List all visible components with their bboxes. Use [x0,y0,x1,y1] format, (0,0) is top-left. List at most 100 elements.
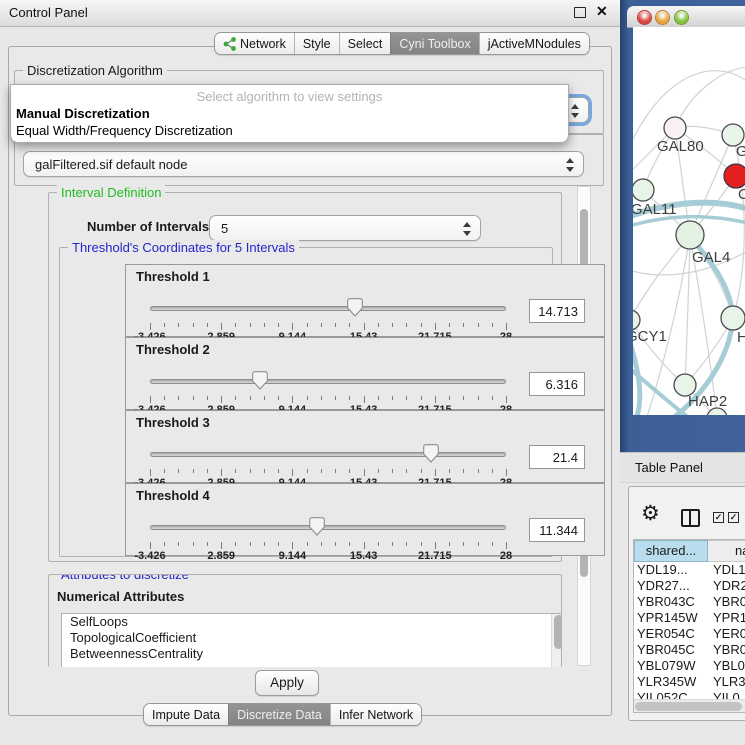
cell-name[interactable]: YBR0 [708,642,745,658]
network-node-gcy1[interactable] [633,310,640,330]
column-header-shared-name[interactable]: shared... [634,540,708,562]
slider-thumb[interactable] [252,371,268,390]
network-edge[interactable] [675,67,745,128]
scrollbar-thumb[interactable] [554,615,562,649]
threshold-value-field[interactable]: 6.316 [529,372,585,396]
node-table[interactable]: shared... na YDL19...YDL1YDR27...YDR2YBR… [633,539,745,713]
cell-shared-name[interactable]: YBL079W [634,658,708,674]
tick-mark [164,323,165,327]
network-node-h-node[interactable] [721,306,745,330]
gear-icon[interactable]: ⚙ [641,503,660,524]
network-window-titlebar[interactable] [627,6,745,28]
tick-mark [164,396,165,400]
tab-style[interactable]: Style [294,33,339,54]
attribute-list-item[interactable]: BetweennessCentrality [62,646,562,662]
scrollbar-thumb[interactable] [635,702,742,711]
tick-mark [506,396,507,403]
cell-name[interactable]: YDL1 [708,562,745,578]
threshold-slider[interactable]: -3.4262.8599.14415.4321.71528 [150,301,506,335]
column-header-name[interactable]: na [708,540,745,562]
network-edge[interactable] [733,135,744,318]
threshold-label: Threshold 3 [136,415,210,430]
threshold-slider[interactable]: -3.4262.8599.14415.4321.71528 [150,447,506,481]
table-row[interactable]: YPR145WYPR1 [634,610,745,626]
cell-name[interactable]: YBR0 [708,594,745,610]
slider-thumb[interactable] [347,298,363,317]
checkbox-icon[interactable]: ✓ [728,512,739,523]
network-node-gal11[interactable] [633,179,654,201]
cell-name[interactable]: YBL0 [708,658,745,674]
network-edge[interactable] [633,235,690,320]
close-light[interactable] [637,10,652,25]
threshold-slider[interactable]: -3.4262.8599.14415.4321.71528 [150,520,506,554]
cell-shared-name[interactable]: YDL19... [634,562,708,578]
threshold-value-field[interactable]: 11.344 [529,518,585,542]
threshold-label: Threshold 2 [136,342,210,357]
close-panel-icon[interactable]: ✕ [596,3,608,20]
slider-track[interactable] [150,306,506,311]
tab-discretize-data[interactable]: Discretize Data [228,704,330,725]
cell-shared-name[interactable]: YBR043C [634,594,708,610]
tab-jactivemnodules[interactable]: jActiveMNodules [479,33,589,54]
table-row[interactable]: YDR27...YDR2 [634,578,745,594]
network-view-canvas[interactable]: GAL80GACGAL11GAL4GCY1HHAP2 [633,27,745,415]
tab-impute-data[interactable]: Impute Data [144,704,228,725]
cell-shared-name[interactable]: YBR045C [634,642,708,658]
number-of-intervals-combobox[interactable]: 5 [209,215,481,241]
tick-mark [207,469,208,473]
table-row[interactable]: YLR345WYLR3 [634,674,745,690]
cell-shared-name[interactable]: YPR145W [634,610,708,626]
threshold-value-field[interactable]: 21.4 [529,445,585,469]
tick-mark [235,542,236,546]
table-row[interactable]: YER054CYER0 [634,626,745,642]
tick-mark [178,469,179,473]
cell-name[interactable]: YDR2 [708,578,745,594]
table-row[interactable]: YBR043CYBR0 [634,594,745,610]
tick-mark [264,323,265,327]
dropdown-option-equal-width-frequency[interactable]: Equal Width/Frequency Discretization [11,122,568,139]
slider-thumb[interactable] [423,444,439,463]
threshold-value-field[interactable]: 14.713 [529,299,585,323]
list-scrollbar[interactable] [551,614,562,667]
minimize-light[interactable] [655,10,670,25]
table-row[interactable]: YBR045CYBR0 [634,642,745,658]
tab-select[interactable]: Select [339,33,391,54]
tick-mark [421,396,422,400]
slider-track[interactable] [150,379,506,384]
table-data-combobox[interactable]: galFiltered.sif default node [23,151,584,177]
dropdown-option-manual-discretization[interactable]: Manual Discretization [11,105,568,122]
slider-track[interactable] [150,525,506,530]
cell-shared-name[interactable]: YDR27... [634,578,708,594]
cell-shared-name[interactable]: YLR345W [634,674,708,690]
slider-track[interactable] [150,452,506,457]
tick-mark [392,542,393,546]
float-window-icon[interactable] [574,7,586,18]
zoom-light[interactable] [674,10,689,25]
tab-cyni-toolbox[interactable]: Cyni Toolbox [390,33,478,54]
network-node-gal4[interactable] [676,221,704,249]
table-horizontal-scrollbar[interactable] [634,699,745,713]
threshold-slider[interactable]: -3.4262.8599.14415.4321.71528 [150,374,506,408]
cell-name[interactable]: YLR3 [708,674,745,690]
apply-button[interactable]: Apply [255,670,319,696]
slider-thumb[interactable] [309,517,325,536]
tick-mark [221,323,222,330]
cell-name[interactable]: YPR1 [708,610,745,626]
tab-network[interactable]: Network [215,33,294,54]
cell-shared-name[interactable]: YER054C [634,626,708,642]
table-row[interactable]: YDL19...YDL1 [634,562,745,578]
table-row[interactable]: YBL079WYBL0 [634,658,745,674]
network-node-gal80[interactable] [664,117,686,139]
column-layout-icon[interactable] [681,509,700,527]
slider-ticks [150,469,506,477]
tick-mark [406,396,407,400]
numerical-attributes-list[interactable]: SelfLoopsTopologicalCoefficientBetweenne… [61,613,562,667]
checkbox-icon[interactable]: ✓ [713,512,724,523]
attribute-list-item[interactable]: SelfLoops [62,614,562,630]
tab-infer-network[interactable]: Infer Network [330,704,421,725]
cell-name[interactable]: YER0 [708,626,745,642]
attribute-list-item[interactable]: TopologicalCoefficient [62,630,562,646]
tick-mark [492,542,493,546]
tick-mark [364,396,365,403]
network-node-red-node[interactable] [724,164,745,188]
